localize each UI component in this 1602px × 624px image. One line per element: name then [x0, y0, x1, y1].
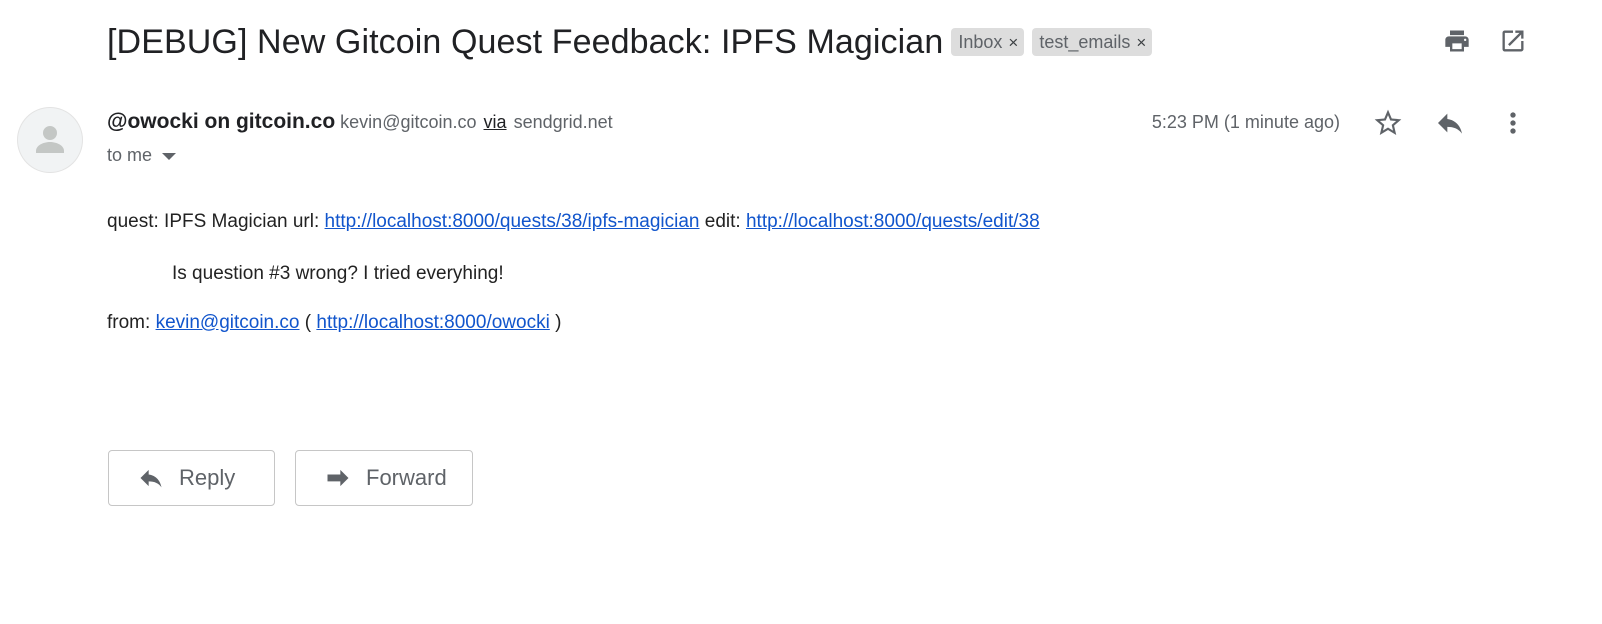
sender-name[interactable]: @owocki on gitcoin.co	[107, 110, 335, 133]
avatar[interactable]	[18, 108, 82, 172]
chevron-down-icon	[162, 153, 177, 160]
email-subject: [DEBUG] New Gitcoin Quest Feedback: IPFS…	[107, 22, 944, 61]
forward-label: Forward	[366, 465, 447, 490]
feedback-quote: Is question #3 wrong? I tried everyhing!	[172, 263, 504, 284]
sender-email: kevin@gitcoin.co	[340, 112, 477, 132]
print-button[interactable]	[1442, 26, 1472, 56]
remove-label-inbox-button[interactable]: ×	[1008, 34, 1018, 51]
reply-icon	[1438, 113, 1462, 134]
person-icon	[36, 126, 64, 153]
from-label: from:	[107, 312, 151, 333]
remove-label-test-emails-button[interactable]: ×	[1136, 34, 1146, 51]
label-name: test_emails	[1039, 31, 1131, 52]
open-in-new-window-icon	[1502, 30, 1524, 52]
relay-domain: sendgrid.net	[513, 112, 613, 132]
subject-row: [DEBUG] New Gitcoin Quest Feedback: IPFS…	[107, 18, 1153, 66]
print-icon	[1445, 30, 1469, 52]
from-email-link[interactable]: kevin@gitcoin.co	[156, 312, 300, 333]
quest-label: quest: IPFS Magician url:	[107, 211, 320, 232]
reply-action-button[interactable]: Reply	[108, 450, 275, 506]
recipient-details-toggle[interactable]: to me	[107, 145, 177, 166]
reply-label: Reply	[179, 465, 236, 490]
recipient-label: to me	[107, 145, 153, 165]
reply-icon	[137, 464, 165, 492]
paren-close: )	[555, 312, 562, 333]
quest-url-link[interactable]: http://localhost:8000/quests/38/ipfs-mag…	[325, 211, 700, 232]
more-vert-icon	[1510, 112, 1516, 134]
profile-url-link[interactable]: http://localhost:8000/owocki	[316, 312, 549, 333]
forward-action-button[interactable]: Forward	[295, 450, 473, 506]
star-icon	[1374, 109, 1402, 135]
label-name: Inbox	[958, 31, 1003, 52]
paren-open: (	[304, 312, 312, 333]
star-button[interactable]	[1371, 106, 1405, 140]
open-in-new-window-button[interactable]	[1498, 26, 1528, 56]
via-link[interactable]: via	[484, 112, 507, 132]
quest-line: quest: IPFS Magician url: http://localho…	[107, 211, 1040, 233]
more-options-button[interactable]	[1496, 106, 1530, 140]
label-chip-test-emails[interactable]: test_emails ×	[1032, 28, 1153, 56]
from-line: from: kevin@gitcoin.co ( http://localhos…	[107, 312, 561, 334]
reply-button[interactable]	[1433, 106, 1467, 140]
edit-label: edit:	[704, 211, 741, 232]
label-chip-inbox[interactable]: Inbox ×	[951, 28, 1025, 56]
edit-url-link[interactable]: http://localhost:8000/quests/edit/38	[746, 211, 1040, 232]
sender-line: @owocki on gitcoin.co kevin@gitcoin.co v…	[107, 110, 613, 134]
email-timestamp: 5:23 PM (1 minute ago)	[1151, 112, 1340, 132]
forward-icon	[324, 464, 352, 492]
